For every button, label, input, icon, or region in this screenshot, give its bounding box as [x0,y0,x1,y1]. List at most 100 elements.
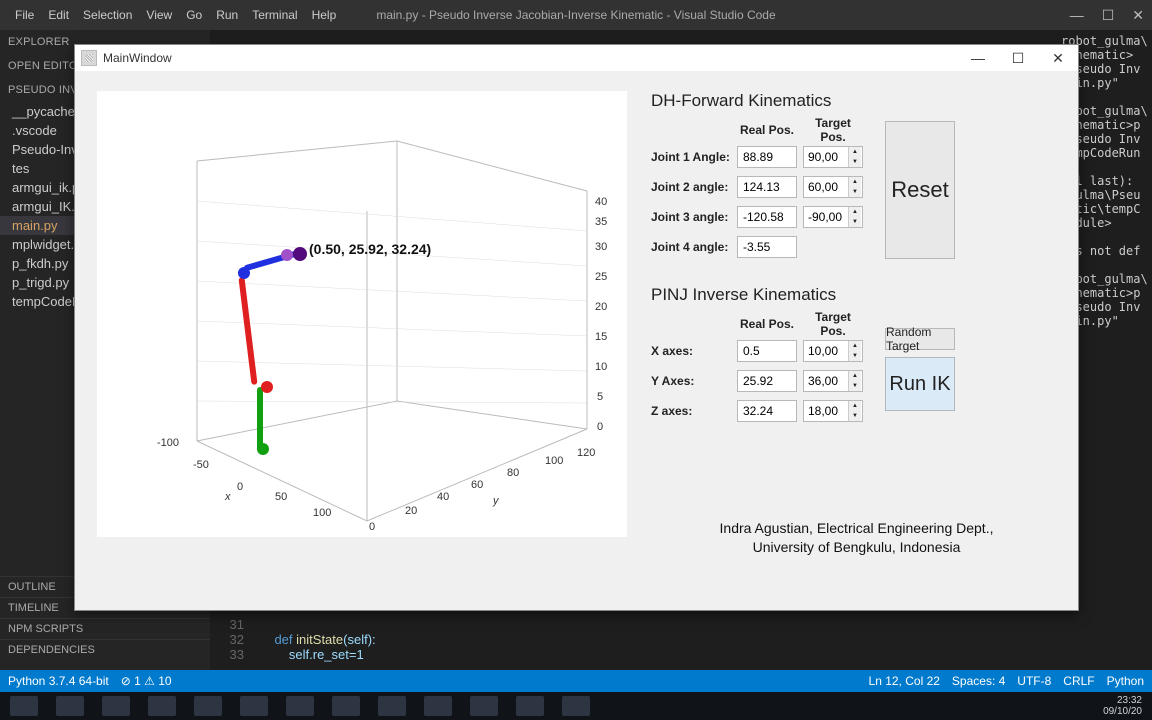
status-encoding[interactable]: UTF-8 [1017,674,1051,688]
menu-run[interactable]: Run [209,8,245,22]
vscode-icon[interactable] [332,696,360,716]
npm-section[interactable]: NPM SCRIPTS [0,618,210,639]
menu-go[interactable]: Go [179,8,209,22]
clock-time: 23:32 [1103,695,1142,706]
python-icon[interactable] [562,696,590,716]
spin-up-icon[interactable]: ▲ [849,147,861,157]
joint2-real [737,176,797,198]
vscode-minimize-icon[interactable]: — [1070,7,1084,24]
folder-icon[interactable] [194,696,222,716]
start-icon[interactable] [10,696,38,716]
menu-selection[interactable]: Selection [76,8,139,22]
spin-down-icon[interactable]: ▼ [849,411,861,421]
status-lang[interactable]: Python [1107,674,1144,688]
minimize-button[interactable]: — [958,45,998,71]
x-label: x [225,491,231,503]
x-target[interactable]: ▲▼ [803,340,863,362]
close-button[interactable]: ✕ [1038,45,1078,71]
run-ik-button[interactable]: Run IK [885,357,955,411]
joint2-target[interactable]: ▲▼ [803,176,863,198]
chrome-icon[interactable] [378,696,406,716]
joint-base [257,443,269,455]
spin-up-icon[interactable]: ▲ [849,401,861,411]
z-tick: 40 [595,196,607,208]
spin-up-icon[interactable]: ▲ [849,177,861,187]
spin-down-icon[interactable]: ▼ [849,217,861,227]
record-icon[interactable] [470,696,498,716]
joint3-target-input[interactable] [804,207,848,227]
menu-file[interactable]: File [8,8,41,22]
joint1-real [737,146,797,168]
dependencies-section[interactable]: DEPENDENCIES [0,639,210,660]
z-target-input[interactable] [804,401,848,421]
y-target-input[interactable] [804,371,848,391]
spin-down-icon[interactable]: ▼ [849,351,861,361]
signature: (self): [343,632,376,647]
joint1-target[interactable]: ▲▼ [803,146,863,168]
joint2-target-input[interactable] [804,177,848,197]
x-tick: 100 [313,507,331,519]
y-tick: 20 [405,505,417,517]
system-clock[interactable]: 23:32 09/10/20 [1103,695,1142,717]
credit-text: Indra Agustian, Electrical Engineering D… [651,519,1062,557]
mainwindow-titlebar[interactable]: MainWindow — ☐ ✕ [75,45,1078,71]
credit-line1: Indra Agustian, Electrical Engineering D… [651,519,1062,538]
x-target-input[interactable] [804,341,848,361]
joint-mid [261,381,273,393]
ik-heading: PINJ Inverse Kinematics [651,285,1062,305]
plot-axes [97,91,627,537]
app2-icon[interactable] [424,696,452,716]
menu-view[interactable]: View [139,8,179,22]
spin-up-icon[interactable]: ▲ [849,371,861,381]
app-icon [81,50,97,66]
end-effector [293,247,307,261]
random-target-button[interactable]: Random Target [885,328,955,350]
x-tick: -50 [193,459,209,471]
x-real [737,340,797,362]
z-label: Z axes: [651,404,731,418]
search-icon[interactable] [286,696,314,716]
line-number: 32 [210,632,260,647]
explorer-icon[interactable] [102,696,130,716]
link-green [257,387,263,451]
y-tick: 80 [507,467,519,479]
line-number: 31 [210,617,260,632]
x-tick: 50 [275,491,287,503]
joint3-target[interactable]: ▲▼ [803,206,863,228]
y-tick: 0 [369,521,375,533]
status-python[interactable]: Python 3.7.4 64-bit [8,674,109,688]
spin-down-icon[interactable]: ▼ [849,381,861,391]
spin-up-icon[interactable]: ▲ [849,207,861,217]
spin-down-icon[interactable]: ▼ [849,157,861,167]
spin-up-icon[interactable]: ▲ [849,341,861,351]
status-cursor[interactable]: Ln 12, Col 22 [869,674,940,688]
app-icon[interactable] [148,696,176,716]
reset-button[interactable]: Reset [885,121,955,259]
maximize-button[interactable]: ☐ [998,45,1038,71]
status-eol[interactable]: CRLF [1063,674,1094,688]
spin-down-icon[interactable]: ▼ [849,187,861,197]
joint-upper [238,267,250,279]
z-tick: 5 [597,391,603,403]
y-target[interactable]: ▲▼ [803,370,863,392]
status-spaces[interactable]: Spaces: 4 [952,674,1005,688]
obs-icon[interactable] [516,696,544,716]
status-bar: Python 3.7.4 64-bit ⊘ 1 ⚠ 10 Ln 12, Col … [0,670,1152,692]
joint3-label: Joint 3 angle: [651,210,731,224]
z-target[interactable]: ▲▼ [803,400,863,422]
vscode-menubar: File Edit Selection View Go Run Terminal… [0,0,1152,30]
vscode-maximize-icon[interactable]: ☐ [1102,7,1115,24]
vscode-close-icon[interactable]: ✕ [1132,7,1144,24]
menu-terminal[interactable]: Terminal [245,8,304,22]
plot-3d[interactable]: -100 -50 0 50 100 x 0 20 40 60 80 100 12… [97,91,627,537]
menu-edit[interactable]: Edit [41,8,76,22]
taskview-icon[interactable] [56,696,84,716]
joint1-target-input[interactable] [804,147,848,167]
joint1-label: Joint 1 Angle: [651,150,731,164]
photos-icon[interactable] [240,696,268,716]
end-effector-halo [281,249,293,261]
controls-pane: DH-Forward Kinematics Real Pos. Target P… [651,91,1062,602]
x-tick: 0 [237,481,243,493]
menu-help[interactable]: Help [305,8,344,22]
status-problems[interactable]: ⊘ 1 ⚠ 10 [121,674,172,688]
